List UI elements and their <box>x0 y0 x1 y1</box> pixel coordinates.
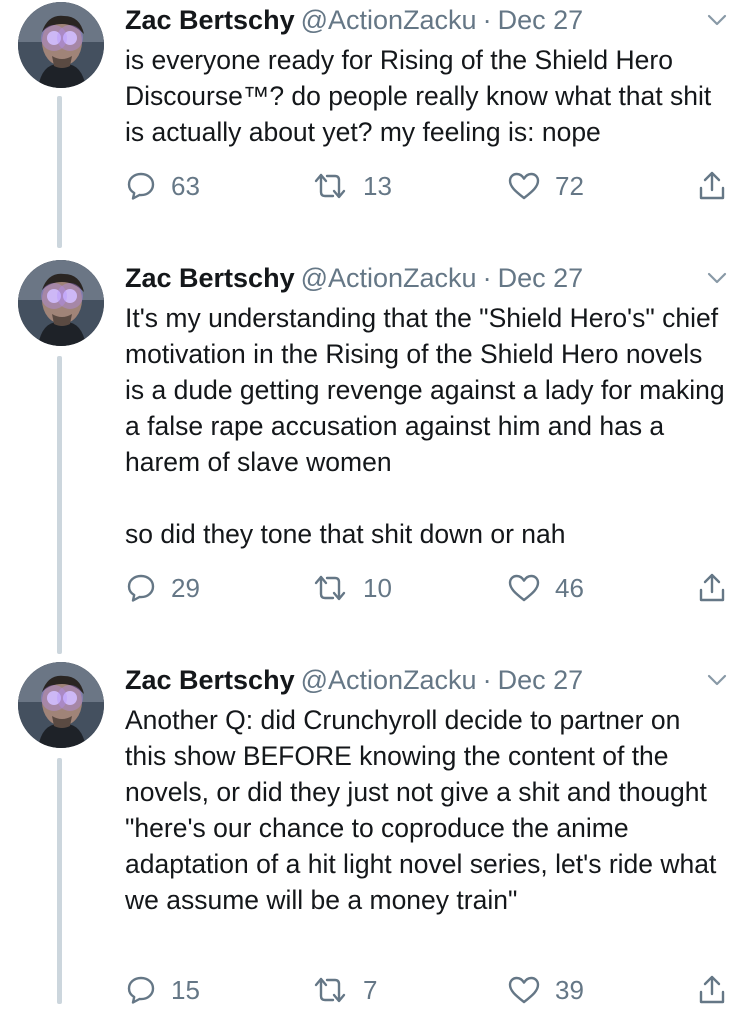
retweet-button[interactable]: 7 <box>311 970 377 1010</box>
heart-icon <box>508 574 540 602</box>
user-handle[interactable]: @ActionZacku <box>301 665 477 695</box>
user-handle[interactable]: @ActionZacku <box>301 5 477 35</box>
avatar-image <box>18 662 104 748</box>
heart-icon <box>508 976 540 1004</box>
tweet-text: is everyone ready for Rising of the Shie… <box>125 45 712 147</box>
share-button[interactable] <box>697 166 727 206</box>
like-button[interactable]: 46 <box>507 568 584 608</box>
tweet-text: Another Q: did Crunchyroll decide to par… <box>125 705 717 915</box>
chevron-down-icon[interactable] <box>705 668 729 692</box>
separator: · <box>482 263 492 293</box>
tweet-header: Zac Bertschy @ActionZacku · Dec 27 <box>125 0 583 40</box>
display-name[interactable]: Zac Bertschy <box>125 263 295 293</box>
reply-icon <box>127 574 155 602</box>
reply-button[interactable]: 29 <box>125 568 200 608</box>
share-button[interactable] <box>697 568 727 608</box>
tweet-header: Zac Bertschy @ActionZacku · Dec 27 <box>125 660 583 700</box>
retweet-count: 10 <box>363 572 392 603</box>
reply-count: 29 <box>171 572 200 603</box>
reply-count: 15 <box>171 974 200 1005</box>
chevron-down-icon[interactable] <box>705 266 729 290</box>
thread-connector <box>57 356 62 654</box>
tweet-thread: Zac Bertschy @ActionZacku · Dec 27 is every… <box>0 0 750 1005</box>
retweet-button[interactable]: 10 <box>311 568 392 608</box>
thread-connector <box>57 96 62 248</box>
display-name[interactable]: Zac Bertschy <box>125 5 295 35</box>
like-button[interactable]: 39 <box>507 970 584 1010</box>
retweet-button[interactable]: 13 <box>311 166 392 206</box>
user-handle[interactable]: @ActionZacku <box>301 263 477 293</box>
tweet-actions: 15 7 39 <box>125 970 745 1010</box>
share-button[interactable] <box>697 970 727 1010</box>
share-icon <box>699 573 725 602</box>
tweet-actions: 29 10 46 <box>125 568 745 608</box>
chevron-down-icon[interactable] <box>705 8 729 32</box>
reply-icon <box>127 976 155 1004</box>
like-count: 39 <box>555 974 584 1005</box>
retweet-count: 13 <box>363 170 392 201</box>
retweet-icon <box>314 575 346 601</box>
tweet-date[interactable]: Dec 27 <box>498 5 584 35</box>
reply-count: 63 <box>171 170 200 201</box>
share-icon <box>699 171 725 200</box>
avatar[interactable] <box>18 2 104 88</box>
thread-connector <box>57 758 62 1004</box>
tweet-date[interactable]: Dec 27 <box>498 263 584 293</box>
like-count: 46 <box>555 572 584 603</box>
like-count: 72 <box>555 170 584 201</box>
retweet-icon <box>314 173 346 199</box>
avatar-image <box>18 2 104 88</box>
tweet-date[interactable]: Dec 27 <box>498 665 584 695</box>
reply-icon <box>127 172 155 200</box>
retweet-count: 7 <box>363 974 378 1005</box>
avatar[interactable] <box>18 260 104 346</box>
tweet-text: It's my understanding that the "Shield H… <box>125 303 725 549</box>
share-icon <box>699 975 725 1004</box>
display-name[interactable]: Zac Bertschy <box>125 665 295 695</box>
tweet-actions: 63 13 72 <box>125 166 745 206</box>
reply-button[interactable]: 15 <box>125 970 200 1010</box>
like-button[interactable]: 72 <box>507 166 584 206</box>
avatar-image <box>18 260 104 346</box>
separator: · <box>482 665 492 695</box>
heart-icon <box>508 172 540 200</box>
separator: · <box>482 5 492 35</box>
tweet-header: Zac Bertschy @ActionZacku · Dec 27 <box>125 258 583 298</box>
reply-button[interactable]: 63 <box>125 166 200 206</box>
avatar[interactable] <box>18 662 104 748</box>
retweet-icon <box>314 977 346 1003</box>
